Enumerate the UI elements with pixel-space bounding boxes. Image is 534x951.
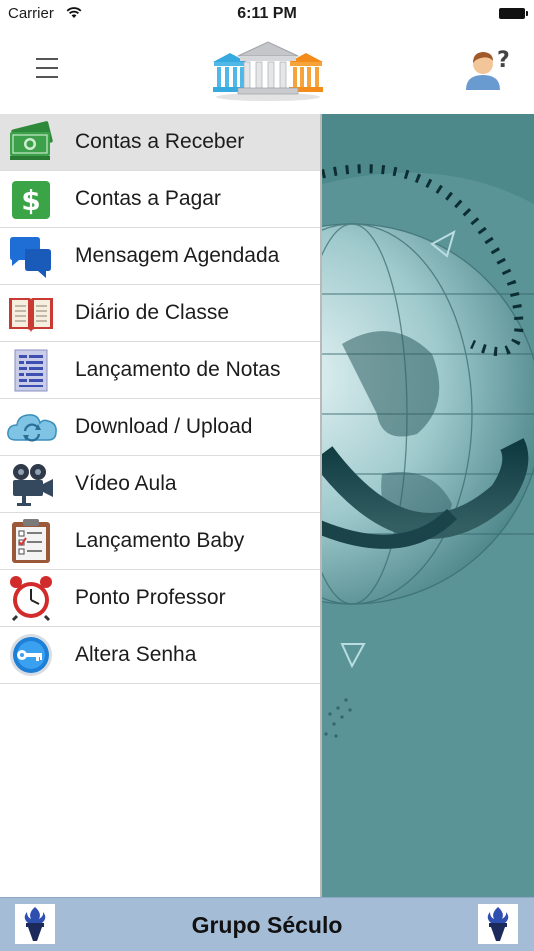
menu-item-label: Ponto Professor [75, 586, 226, 609]
menu-item-lancamento-notas[interactable]: Lançamento de Notas [0, 342, 320, 399]
alarm-clock-icon [7, 575, 55, 622]
svg-text:?: ? [497, 48, 510, 73]
open-book-icon [7, 290, 55, 336]
menu-item-label: Vídeo Aula [75, 472, 177, 495]
menu-item-label: Diário de Classe [75, 301, 230, 324]
chat-bubbles-icon [7, 233, 55, 279]
footer-title: Grupo Século [191, 912, 343, 938]
menu-item-contas-pagar[interactable]: $ Contas a Pagar [0, 171, 320, 228]
battery-icon [499, 8, 528, 19]
menu-item-video-aula[interactable]: Vídeo Aula [0, 456, 320, 513]
clock-time: 6:11 PM [237, 5, 297, 22]
status-bar: Carrier 6:11 PM [0, 0, 534, 28]
dollar-sign-icon: $ [7, 176, 55, 222]
menu-item-label: Altera Senha [75, 643, 197, 666]
hamburger-icon[interactable] [36, 57, 60, 81]
menu-item-ponto-professor[interactable]: Ponto Professor [0, 570, 320, 627]
menu-item-label: Lançamento de Notas [75, 358, 281, 381]
menu-item-contas-receber[interactable]: Contas a Receber [0, 114, 320, 171]
key-icon [7, 632, 55, 678]
side-drawer-menu: Contas a Receber $ Contas a Pagar Mensag… [0, 114, 322, 897]
menu-item-label: Contas a Receber [75, 130, 245, 153]
clipboard-checklist-icon [7, 518, 55, 564]
menu-item-label: Mensagem Agendada [75, 244, 280, 267]
torch-icon [478, 904, 518, 944]
menu-item-label: Contas a Pagar [75, 187, 221, 210]
menu-item-label: Download / Upload [75, 415, 253, 438]
menu-item-diario-classe[interactable]: Diário de Classe [0, 285, 320, 342]
globe-background [322, 114, 534, 897]
menu-item-download-upload[interactable]: Download / Upload [0, 399, 320, 456]
user-question-icon[interactable]: ? [464, 48, 512, 97]
svg-text:$: $ [21, 184, 40, 217]
menu-item-label: Lançamento Baby [75, 529, 245, 552]
menu-item-altera-senha[interactable]: Altera Senha [0, 627, 320, 684]
money-icon [7, 119, 55, 165]
bank-columns-logo [210, 40, 326, 107]
cloud-sync-icon [7, 404, 57, 450]
menu-item-mensagem-agendada[interactable]: Mensagem Agendada [0, 228, 320, 285]
menu-item-lancamento-baby[interactable]: Lançamento Baby [0, 513, 320, 570]
app-header: ? [0, 28, 534, 114]
footer-bar: Grupo Século [0, 897, 534, 951]
document-lines-icon [7, 347, 55, 393]
movie-camera-icon [7, 461, 55, 507]
